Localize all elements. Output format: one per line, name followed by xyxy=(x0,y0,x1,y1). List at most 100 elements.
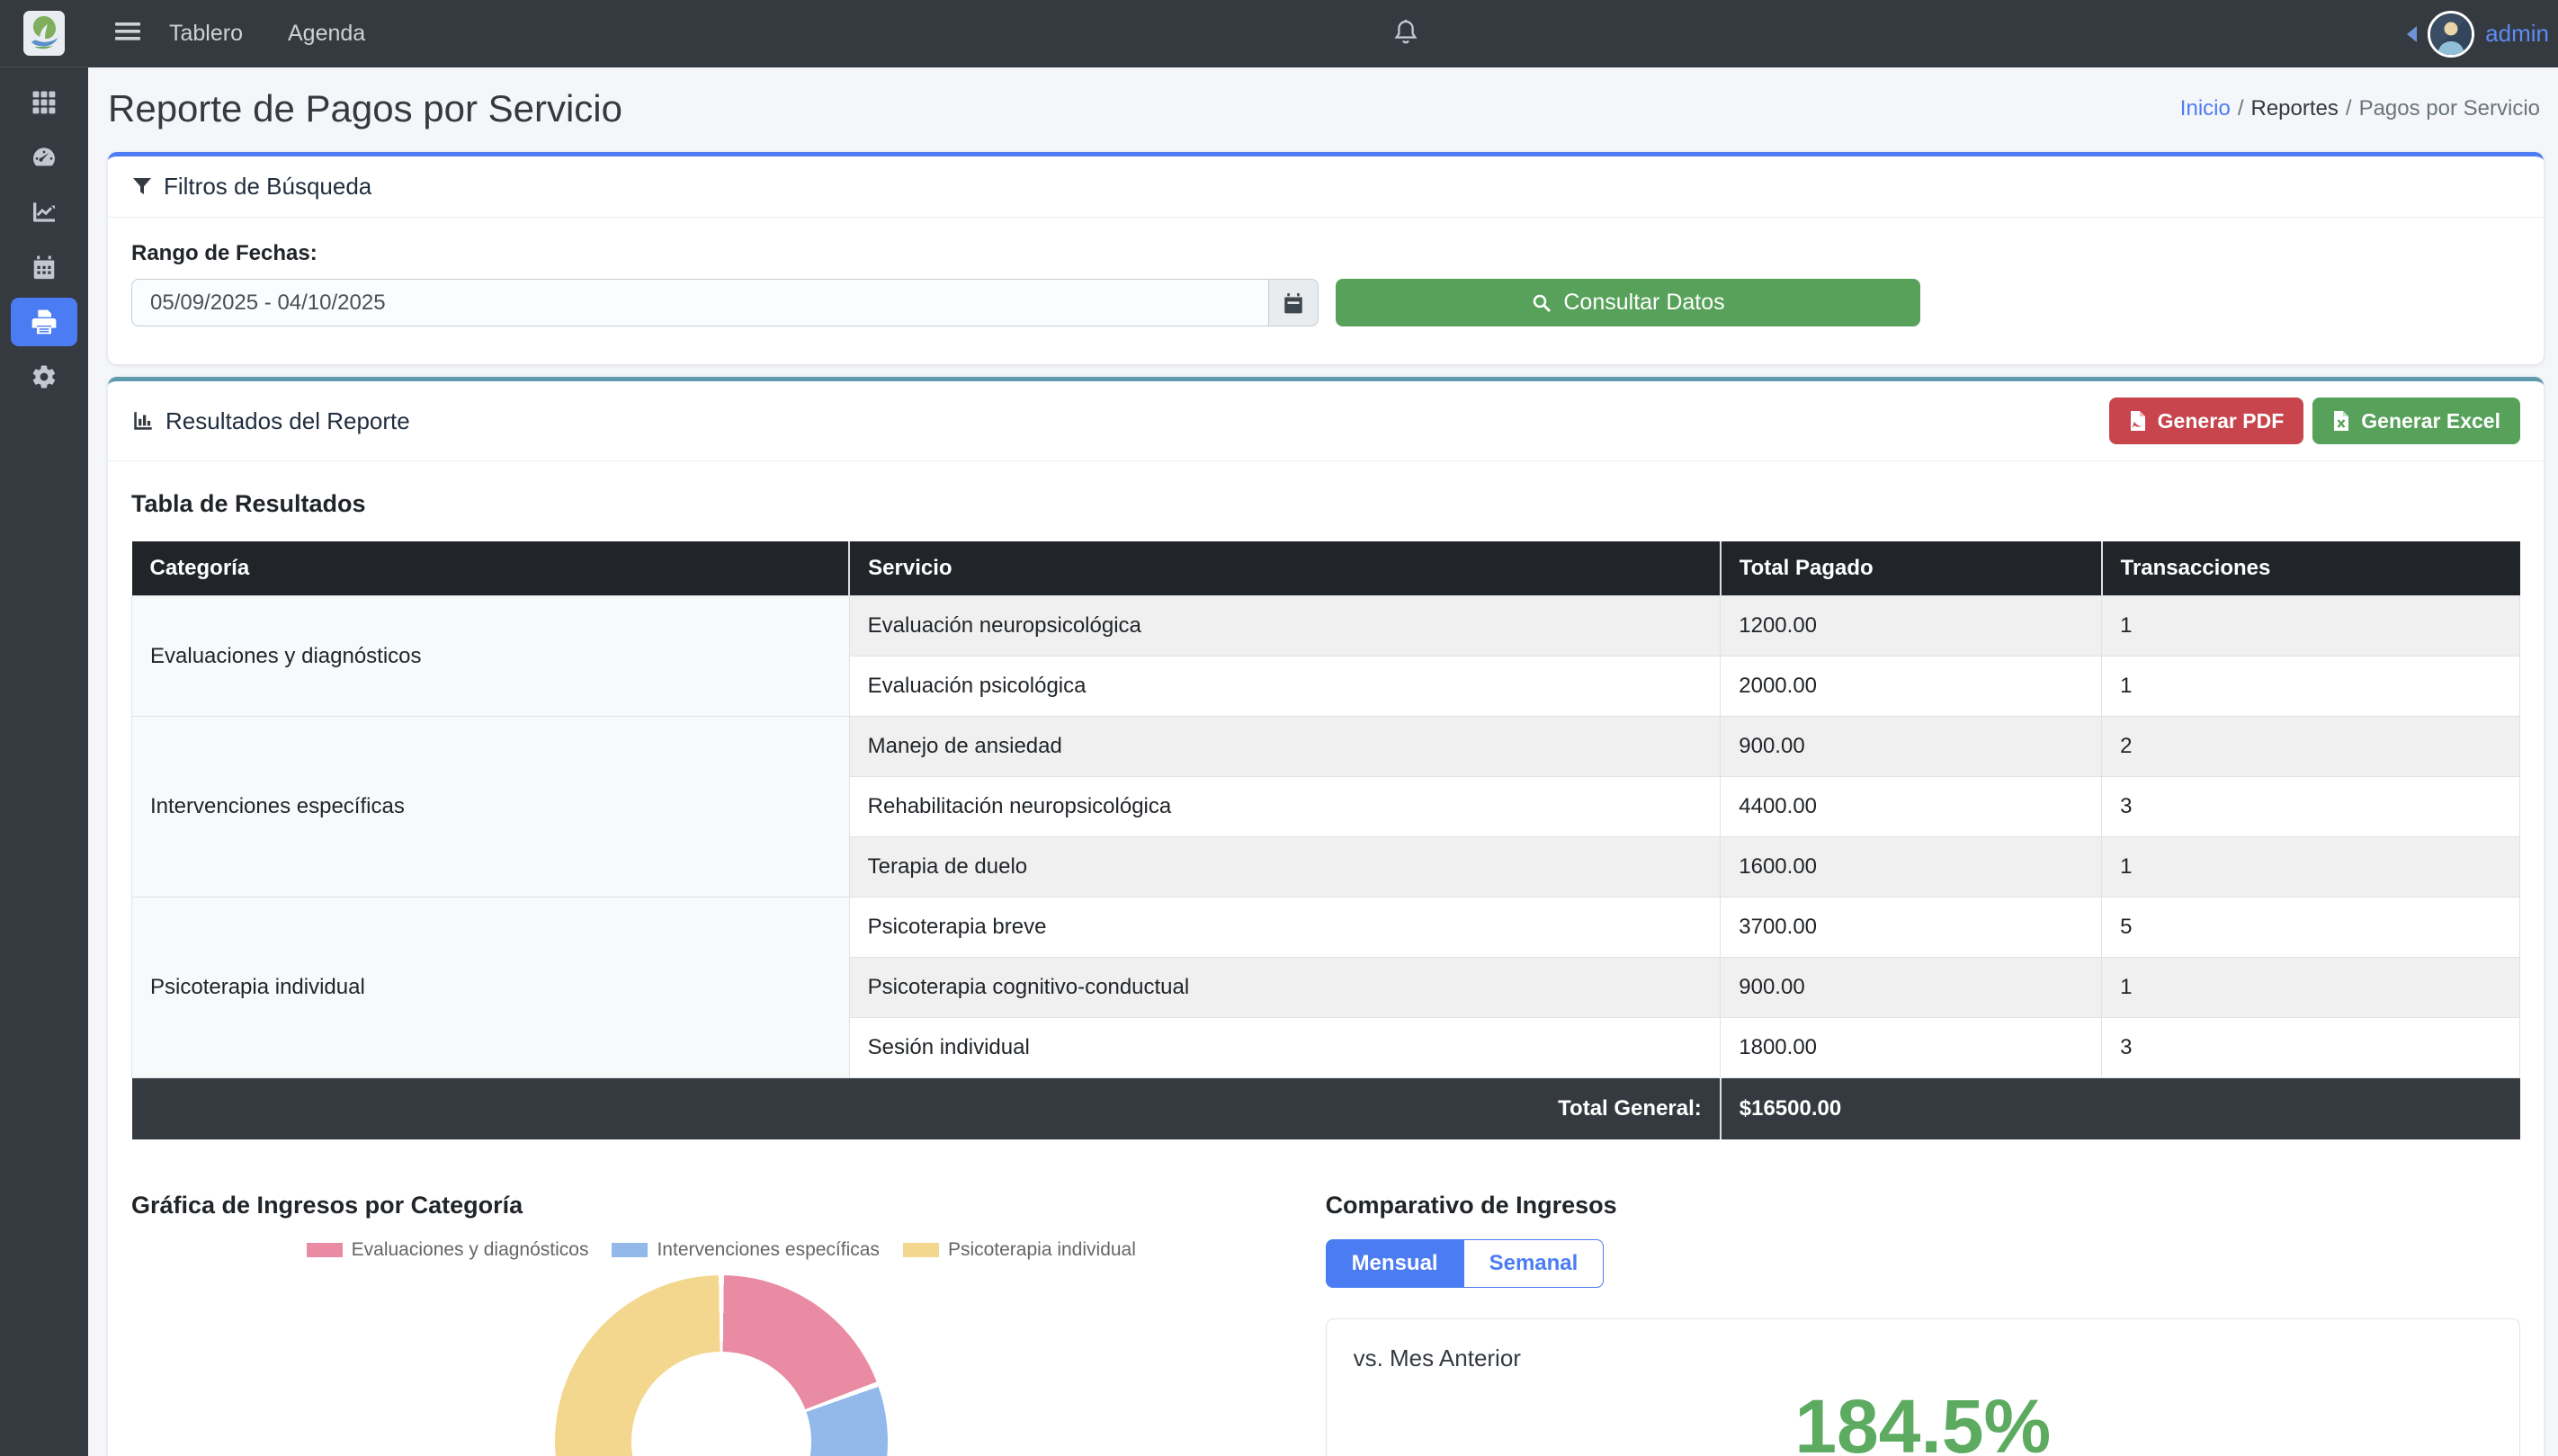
total-cell: 2000.00 xyxy=(1721,657,2102,717)
service-cell: Psicoterapia cognitivo-conductual xyxy=(849,958,1721,1018)
gear-icon xyxy=(31,363,58,390)
tab-semanal[interactable]: Semanal xyxy=(1464,1239,1605,1288)
tx-cell: 1 xyxy=(2102,596,2520,657)
user-menu[interactable]: admin xyxy=(2407,0,2549,67)
column-header: Total Pagado xyxy=(1721,541,2102,596)
tx-cell: 3 xyxy=(2102,1018,2520,1078)
tab-mensual[interactable]: Mensual xyxy=(1326,1239,1464,1288)
service-cell: Terapia de duelo xyxy=(849,837,1721,898)
page-title: Reporte de Pagos por Servicio xyxy=(108,87,622,130)
sidebar-item-settings[interactable] xyxy=(11,353,77,401)
total-cell: 1600.00 xyxy=(1721,837,2102,898)
search-icon xyxy=(1531,292,1552,314)
total-cell: 3700.00 xyxy=(1721,898,2102,958)
category-cell: Intervenciones específicas xyxy=(132,717,850,898)
total-general-label: Total General: xyxy=(132,1078,1721,1140)
table-body: Evaluaciones y diagnósticosEvaluación ne… xyxy=(132,596,2520,1078)
comparison-panel: vs. Mes Anterior 184.5% ▲ Respecto al mi… xyxy=(1326,1318,2520,1456)
legend-label: Intervenciones específicas xyxy=(657,1239,879,1261)
calendar-icon xyxy=(31,254,58,281)
date-range-label: Rango de Fechas: xyxy=(131,241,2520,266)
chart-legend: Evaluaciones y diagnósticos Intervencione… xyxy=(131,1239,1311,1261)
tx-cell: 5 xyxy=(2102,898,2520,958)
caret-left-icon xyxy=(2407,26,2417,42)
sidebar-item-modules[interactable] xyxy=(11,78,77,127)
tx-cell: 1 xyxy=(2102,657,2520,717)
total-cell: 1200.00 xyxy=(1721,596,2102,657)
table-head: CategoríaServicioTotal PagadoTransaccion… xyxy=(132,541,2520,596)
legend-swatch xyxy=(903,1243,939,1257)
notifications-bell-icon[interactable] xyxy=(1392,18,1419,51)
filters-card-title: Filtros de Búsqueda xyxy=(131,173,371,201)
date-range-input[interactable] xyxy=(131,279,1268,326)
nav-link-tablero[interactable]: Tablero xyxy=(153,21,259,47)
service-cell: Evaluación psicológica xyxy=(849,657,1721,717)
legend-item[interactable]: Evaluaciones y diagnósticos xyxy=(307,1239,589,1261)
column-header: Servicio xyxy=(849,541,1721,596)
breadcrumb-current: Pagos por Servicio xyxy=(2346,96,2540,121)
sidebar-item-dashboard[interactable] xyxy=(11,133,77,182)
service-cell: Sesión individual xyxy=(849,1018,1721,1078)
gauge-icon xyxy=(30,143,58,172)
calendar-icon xyxy=(1282,291,1305,315)
app-logo xyxy=(23,11,65,56)
total-cell: 4400.00 xyxy=(1721,777,2102,837)
comparison-period-label: vs. Mes Anterior xyxy=(1354,1344,2492,1372)
comparison-value: 184.5% xyxy=(1354,1383,2492,1456)
generar-pdf-button[interactable]: Generar PDF xyxy=(2109,397,2304,444)
results-card: Resultados del Reporte Generar PDF xyxy=(108,377,2544,1456)
comparison-section: Comparativo de Ingresos Mensual Semanal … xyxy=(1326,1192,2520,1456)
breadcrumb-reportes: Reportes xyxy=(2238,96,2339,121)
legend-label: Evaluaciones y diagnósticos xyxy=(352,1239,589,1261)
hamburger-menu-icon[interactable] xyxy=(115,21,140,47)
sidebar-item-calendar[interactable] xyxy=(11,243,77,291)
logo-leaf xyxy=(33,16,56,39)
logo-wave xyxy=(31,38,58,46)
filters-card: Filtros de Búsqueda Rango de Fechas: xyxy=(108,152,2544,364)
service-cell: Psicoterapia breve xyxy=(849,898,1721,958)
doughnut-chart xyxy=(555,1275,888,1456)
avatar xyxy=(2428,11,2474,58)
printer-icon xyxy=(30,308,58,336)
filter-funnel-icon xyxy=(131,176,153,198)
service-cell: Manejo de ansiedad xyxy=(849,717,1721,777)
bar-chart-icon xyxy=(131,409,155,433)
table-footer-row: Total General: $16500.00 xyxy=(132,1078,2520,1140)
table-foot: Total General: $16500.00 xyxy=(132,1078,2520,1140)
main-content: Reporte de Pagos por Servicio Inicio Rep… xyxy=(88,67,2558,1456)
username-label: admin xyxy=(2485,20,2549,48)
sidebar xyxy=(0,0,88,1456)
grid-icon xyxy=(31,89,58,116)
sidebar-item-reports[interactable] xyxy=(11,298,77,346)
column-header: Transacciones xyxy=(2102,541,2520,596)
legend-item[interactable]: Psicoterapia individual xyxy=(903,1239,1136,1261)
service-cell: Evaluación neuropsicológica xyxy=(849,596,1721,657)
consultar-datos-button[interactable]: Consultar Datos xyxy=(1336,279,1920,326)
brand-area[interactable] xyxy=(0,0,88,67)
legend-item[interactable]: Intervenciones específicas xyxy=(612,1239,879,1261)
sidebar-item-charts[interactable] xyxy=(11,188,77,237)
total-cell: 900.00 xyxy=(1721,958,2102,1018)
period-toggle: Mensual Semanal xyxy=(1326,1239,2520,1288)
chart-line-icon xyxy=(30,198,58,227)
nav-link-agenda[interactable]: Agenda xyxy=(272,21,381,47)
sidebar-nav xyxy=(0,72,88,407)
column-header: Categoría xyxy=(132,541,850,596)
calendar-addon-button[interactable] xyxy=(1268,279,1319,326)
total-general-value: $16500.00 xyxy=(1721,1078,2520,1140)
breadcrumb-inicio[interactable]: Inicio xyxy=(2180,96,2231,121)
tx-cell: 2 xyxy=(2102,717,2520,777)
generar-excel-button[interactable]: Generar Excel xyxy=(2312,397,2520,444)
category-cell: Evaluaciones y diagnósticos xyxy=(132,596,850,717)
legend-swatch xyxy=(307,1243,343,1257)
table-title: Tabla de Resultados xyxy=(131,490,2520,518)
table-row: Psicoterapia individualPsicoterapia brev… xyxy=(132,898,2520,958)
tx-cell: 3 xyxy=(2102,777,2520,837)
comparison-title: Comparativo de Ingresos xyxy=(1326,1192,2520,1219)
results-table: CategoríaServicioTotal PagadoTransaccion… xyxy=(131,541,2520,1139)
category-cell: Psicoterapia individual xyxy=(132,898,850,1078)
income-chart-section: Gráfica de Ingresos por Categoría Evalua… xyxy=(131,1192,1311,1456)
results-card-title: Resultados del Reporte xyxy=(131,407,410,435)
table-row: Evaluaciones y diagnósticosEvaluación ne… xyxy=(132,596,2520,657)
excel-file-icon xyxy=(2332,410,2350,432)
